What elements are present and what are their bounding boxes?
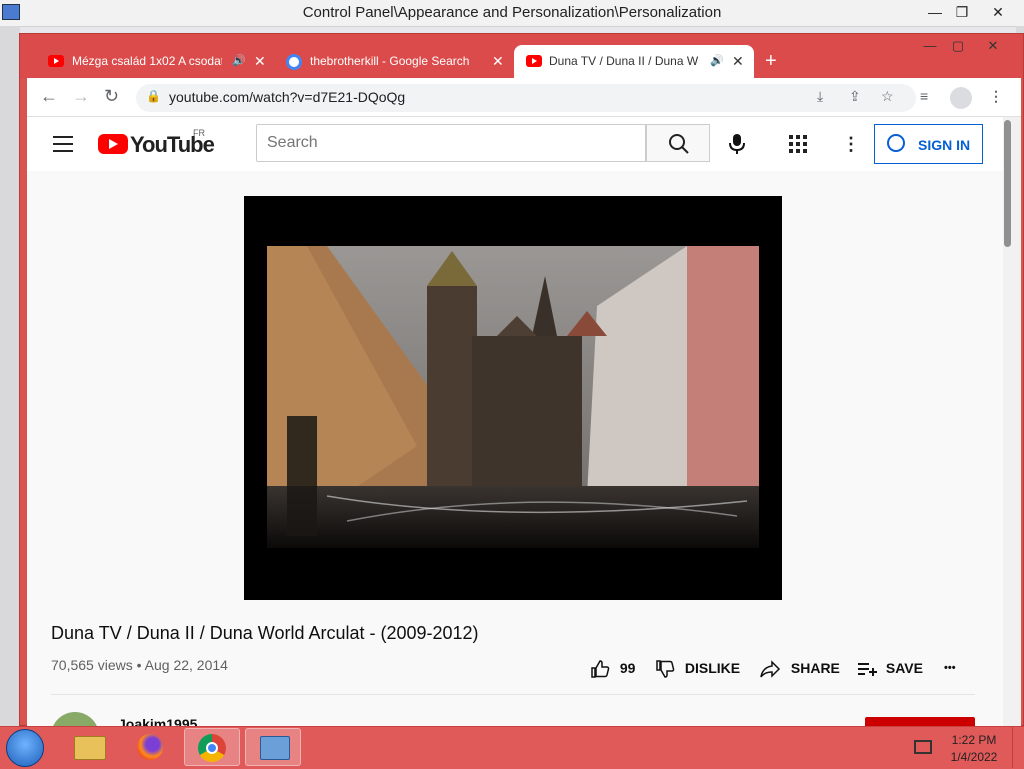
youtube-logo-icon[interactable] [98,134,128,154]
account-icon [887,134,905,152]
cp-close-button[interactable]: ✕ [983,2,1013,22]
divider [51,694,975,695]
browser-maximize-button[interactable]: ▢ [943,38,973,54]
install-icon[interactable]: ⤓ [817,88,823,105]
thumbs-up-icon [591,660,610,679]
tab-mezga[interactable]: Mézga család 1x02 A csodat 🔊 ✕ [36,45,276,78]
dislike-button[interactable]: DISLIKE [655,656,740,680]
more-actions-button[interactable]: ••• [944,656,956,680]
url-text[interactable]: youtube.com/watch?v=d7E21-DQoQg [169,89,405,105]
control-panel-title: Control Panel\Appearance and Personaliza… [302,4,722,21]
upload-date: Aug 22, 2014 [144,657,228,673]
control-panel-body [0,26,20,726]
google-icon [286,54,302,70]
forward-icon[interactable]: → [72,86,90,107]
scrollbar-thumb[interactable] [1004,120,1011,247]
search-icon [669,134,689,154]
video-meta: 70,565 views • Aug 22, 2014 [51,657,228,673]
show-desktop-button[interactable] [1012,727,1024,768]
chrome-icon [198,734,226,762]
like-button[interactable]: 99 [590,656,635,680]
cp-maximize-button[interactable]: ❐ [947,2,977,22]
microphone-icon[interactable] [727,133,747,155]
tab-title: Duna TV / Duna II / Duna W [549,54,699,68]
like-count: 99 [619,660,636,676]
close-tab-icon[interactable]: ✕ [254,45,266,78]
browser-minimize-button[interactable]: — [915,38,945,53]
dislike-label: DISLIKE [684,660,741,676]
tab-duna-tv[interactable]: Duna TV / Duna II / Duna W 🔊 ✕ [514,45,754,78]
youtube-icon [526,55,542,67]
profile-avatar[interactable] [950,87,972,109]
playlist-add-icon [858,663,877,677]
share-icon [760,660,781,679]
taskbar-firefox[interactable] [123,728,179,766]
meta-separator: • [136,657,145,673]
media-control-icon[interactable]: ≡ [920,88,928,104]
country-code: FR [193,128,205,138]
reload-icon[interactable]: ↻ [104,86,119,107]
more-options-icon[interactable]: ⋮ [842,134,860,155]
share-page-icon[interactable]: ⇪ [849,88,861,105]
clock-time[interactable]: 1:22 PM [944,733,1004,747]
share-button[interactable]: SHARE [759,656,840,680]
apps-grid-icon[interactable] [789,135,807,153]
video-frame[interactable] [267,246,759,548]
network-icon[interactable] [914,740,932,754]
clock-date[interactable]: 1/4/2022 [944,750,1004,764]
thumbs-down-icon [656,660,675,679]
save-label: SAVE [885,660,923,676]
browser-close-button[interactable]: ✕ [978,38,1008,54]
tab-title: thebrotherkill - Google Search [310,54,470,68]
close-tab-icon[interactable]: ✕ [732,45,744,78]
tab-google-search[interactable]: thebrotherkill - Google Search ✕ [278,45,514,78]
sign-in-button[interactable]: SIGN IN [874,124,983,164]
search-input[interactable] [256,124,646,162]
bookmark-star-icon[interactable]: ☆ [881,88,894,105]
cp-minimize-button[interactable]: — [920,2,950,22]
folder-icon [74,736,106,760]
taskbar-explorer[interactable] [62,728,118,766]
speaker-icon[interactable]: 🔊 [710,45,724,78]
taskbar-control-panel[interactable] [245,728,301,766]
start-button[interactable] [6,729,44,767]
back-icon[interactable]: ← [40,86,58,107]
video-title: Duna TV / Duna II / Duna World Arculat -… [51,623,479,643]
speaker-icon[interactable]: 🔊 [232,45,246,78]
new-tab-button[interactable]: + [765,50,777,73]
control-panel-icon [260,736,290,760]
search-button[interactable] [646,124,710,162]
save-button[interactable]: SAVE [856,656,923,680]
chrome-menu-icon[interactable]: ⋮ [989,88,1003,105]
firefox-icon [137,734,163,760]
close-tab-icon[interactable]: ✕ [492,45,504,78]
share-label: SHARE [790,660,840,676]
view-count: 70,565 views [51,657,133,673]
tab-title: Mézga család 1x02 A csodat [72,54,222,68]
lock-icon[interactable]: 🔒 [146,89,161,103]
menu-icon[interactable] [53,136,73,152]
taskbar-chrome[interactable] [184,728,240,766]
youtube-icon [48,55,64,67]
sign-in-label: SIGN IN [918,137,971,153]
